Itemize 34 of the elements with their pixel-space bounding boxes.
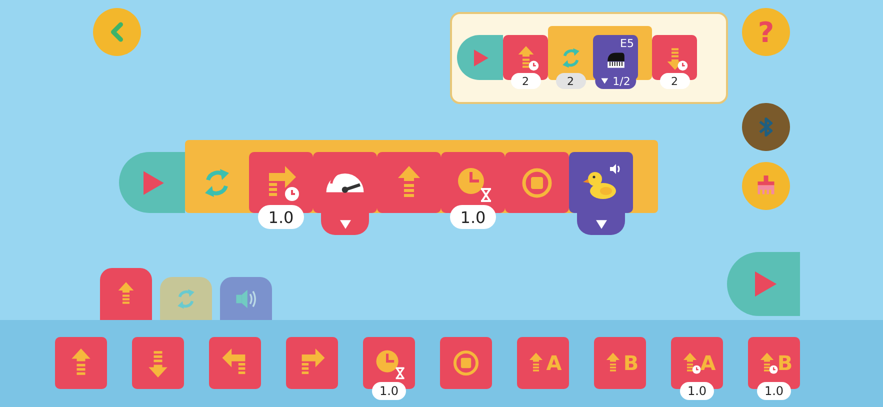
block-letter: B xyxy=(777,351,793,375)
value-field[interactable]: 1.0 xyxy=(680,382,714,400)
value-field[interactable]: 1.0 xyxy=(372,382,406,400)
category-tab[interactable] xyxy=(100,268,152,320)
block-letter: B xyxy=(623,351,639,375)
code-block[interactable] xyxy=(569,152,633,213)
value-field[interactable]: 2 xyxy=(510,73,540,89)
block-letter: A xyxy=(700,351,716,375)
value-field[interactable]: 2 xyxy=(660,73,690,89)
code-block[interactable] xyxy=(286,337,338,389)
code-block[interactable] xyxy=(440,337,492,389)
dropdown-button[interactable] xyxy=(577,213,625,235)
caret-icon xyxy=(340,220,350,228)
code-block[interactable] xyxy=(505,152,569,213)
value-field[interactable]: 1.0 xyxy=(258,205,304,229)
block-letter: A xyxy=(546,351,562,375)
run-button[interactable] xyxy=(727,252,800,316)
back-button[interactable] xyxy=(93,8,141,56)
speedometer-icon xyxy=(325,170,365,194)
block-letter: E5 xyxy=(620,37,634,50)
code-block[interactable] xyxy=(132,337,184,389)
code-block[interactable] xyxy=(209,337,261,389)
bluetooth-button[interactable] xyxy=(742,103,790,151)
repeat-count[interactable]: 2 xyxy=(556,73,586,89)
clear-button[interactable] xyxy=(742,162,790,210)
category-tab[interactable] xyxy=(220,277,272,320)
category-tab[interactable] xyxy=(160,277,212,320)
code-block[interactable] xyxy=(55,337,107,389)
value-field[interactable]: 1.0 xyxy=(757,382,791,400)
dropdown-button[interactable] xyxy=(321,213,369,235)
caret-icon xyxy=(600,78,608,84)
start-block[interactable] xyxy=(119,152,185,213)
caret-icon xyxy=(596,220,606,228)
value-field[interactable]: 1.0 xyxy=(450,205,496,229)
